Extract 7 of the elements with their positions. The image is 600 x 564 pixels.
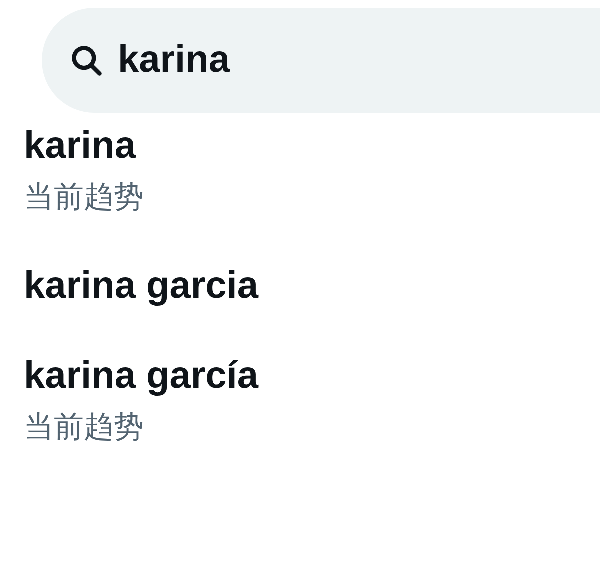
suggestion-title[interactable]: karina garcia bbox=[24, 264, 576, 308]
trending-label: 当前趋势 bbox=[24, 178, 145, 216]
trending-label: 当前趋势 bbox=[24, 408, 145, 446]
suggestion-title[interactable]: karina garcía bbox=[24, 354, 576, 398]
suggestion-title[interactable]: karina bbox=[24, 124, 576, 168]
search-field[interactable]: karina bbox=[118, 39, 418, 82]
search-icon bbox=[70, 44, 104, 78]
